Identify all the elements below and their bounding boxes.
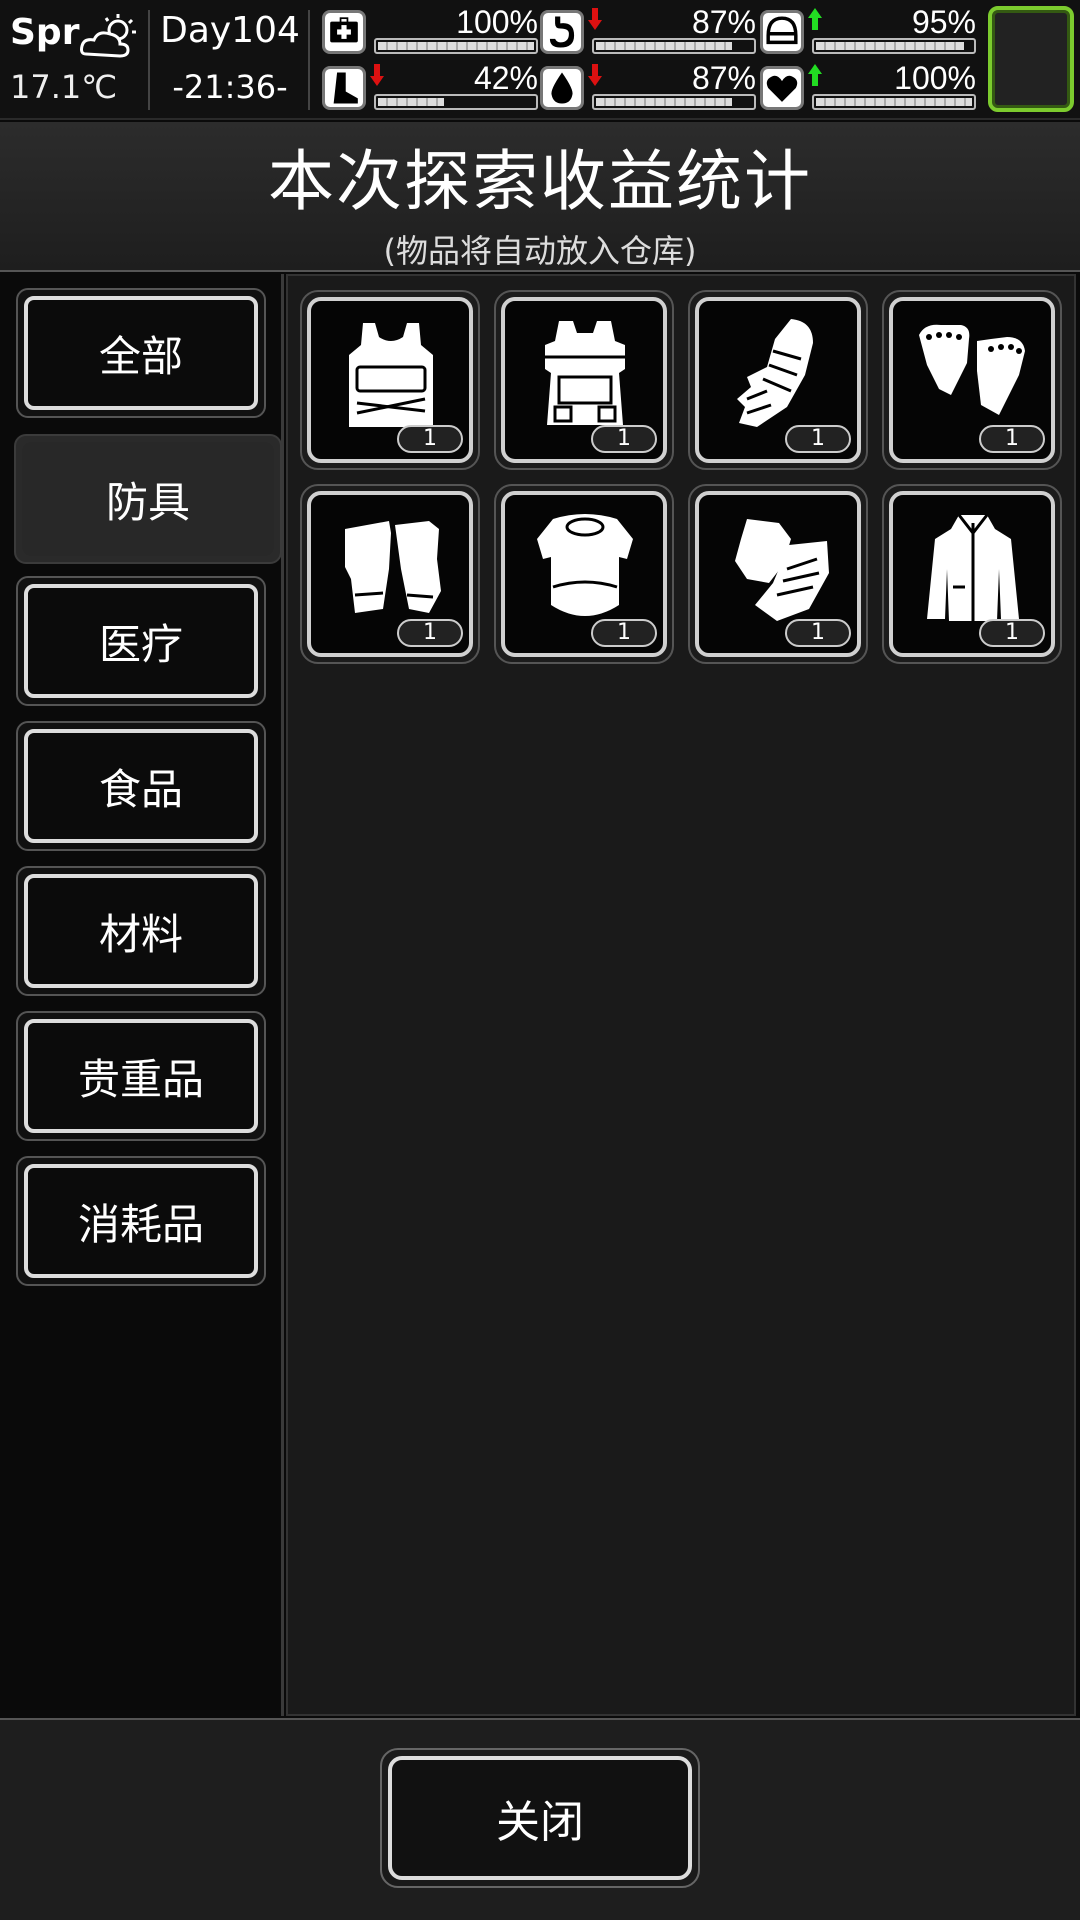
stamina-gauge: 42%	[322, 60, 542, 112]
close-button-label: 关闭	[388, 1756, 692, 1880]
tab-all[interactable]: 全部	[16, 288, 266, 418]
tab-valuables[interactable]: 贵重品	[16, 1011, 266, 1141]
spirit-gauge: 100%	[760, 60, 980, 112]
health-bar	[374, 38, 538, 54]
jacket-icon	[927, 514, 1019, 621]
helmet-icon	[760, 10, 804, 54]
item-count: 1	[397, 619, 463, 647]
game-clock: -21:36-	[172, 68, 288, 106]
item-slot[interactable]: 1	[882, 484, 1062, 664]
stamina-value: 42%	[473, 60, 538, 96]
spirit-value: 100%	[894, 60, 976, 96]
dialog-header: 本次探索收益统计 (物品将自动放入仓库)	[0, 122, 1080, 272]
stomach-icon	[540, 10, 584, 54]
character-avatar-button[interactable]	[988, 6, 1074, 112]
hunger-value: 87%	[691, 4, 756, 40]
health-value: 100%	[456, 4, 538, 40]
item-slot[interactable]: 1	[300, 484, 480, 664]
page-subtitle: (物品将自动放入仓库)	[383, 232, 697, 270]
tab-label: 材料	[24, 874, 258, 988]
item-slot[interactable]: 1	[688, 484, 868, 664]
item-count: 1	[397, 425, 463, 453]
tab-medical[interactable]: 医疗	[16, 576, 266, 706]
status-bar: Spr 17.1℃ Day104 -21:36- 100% 87% 95% 42% 87…	[0, 0, 1080, 120]
tab-label: 防具	[22, 442, 274, 556]
spirit-bar	[812, 94, 976, 110]
mood-value: 95%	[911, 4, 976, 40]
close-button[interactable]: 关闭	[380, 1748, 700, 1888]
trend-down-icon	[588, 8, 602, 30]
item-count: 1	[979, 425, 1045, 453]
tab-materials[interactable]: 材料	[16, 866, 266, 996]
tab-label: 全部	[24, 296, 258, 410]
tab-label: 消耗品	[24, 1164, 258, 1278]
fingerless-gloves-icon	[919, 324, 1025, 415]
mood-gauge: 95%	[760, 4, 980, 56]
tab-label: 食品	[24, 729, 258, 843]
trend-up-icon	[808, 8, 822, 30]
body-armor-icon	[537, 514, 633, 616]
temperature-label: 17.1℃	[10, 68, 118, 106]
tab-food[interactable]: 食品	[16, 721, 266, 851]
hunger-gauge: 87%	[540, 4, 760, 56]
category-tabs: 全部 防具 医疗 食品 材料 贵重品 消耗品	[4, 274, 284, 1716]
thirst-value: 87%	[691, 60, 756, 96]
foot-icon	[322, 66, 366, 110]
tactical-gloves-icon	[735, 519, 829, 621]
item-count: 1	[591, 425, 657, 453]
item-slot[interactable]: 1	[494, 484, 674, 664]
medkit-icon	[322, 10, 366, 54]
item-slot[interactable]: 1	[688, 290, 868, 470]
tab-label: 贵重品	[24, 1019, 258, 1133]
tab-armor[interactable]: 防具	[14, 434, 282, 564]
partly-cloudy-icon	[80, 14, 136, 58]
day-counter: Day104	[160, 10, 300, 51]
item-count: 1	[979, 619, 1045, 647]
water-drop-icon	[540, 66, 584, 110]
trend-down-icon	[588, 64, 602, 86]
trend-down-icon	[370, 64, 384, 86]
item-grid: 1 1 1 1 1 1 1 1	[286, 274, 1076, 1716]
tactical-vest-icon	[349, 323, 433, 427]
heart-icon	[760, 66, 804, 110]
tab-label: 医疗	[24, 584, 258, 698]
mood-bar	[812, 38, 976, 54]
thirst-gauge: 87%	[540, 60, 760, 112]
stamina-bar	[374, 94, 538, 110]
trend-up-icon	[808, 64, 822, 86]
item-slot[interactable]: 1	[882, 290, 1062, 470]
divider	[308, 10, 310, 110]
armored-gauntlet-icon	[737, 319, 813, 427]
page-title: 本次探索收益统计	[268, 143, 812, 220]
item-slot[interactable]: 1	[300, 290, 480, 470]
plate-carrier-icon	[545, 321, 625, 425]
season-label: Spr	[10, 12, 80, 53]
item-count: 1	[591, 619, 657, 647]
dialog-footer: 关闭	[0, 1718, 1080, 1920]
half-finger-gloves-icon	[345, 521, 441, 613]
hunger-bar	[592, 38, 756, 54]
tab-consumables[interactable]: 消耗品	[16, 1156, 266, 1286]
item-slot[interactable]: 1	[494, 290, 674, 470]
item-count: 1	[785, 425, 851, 453]
item-count: 1	[785, 619, 851, 647]
health-gauge: 100%	[322, 4, 542, 56]
thirst-bar	[592, 94, 756, 110]
